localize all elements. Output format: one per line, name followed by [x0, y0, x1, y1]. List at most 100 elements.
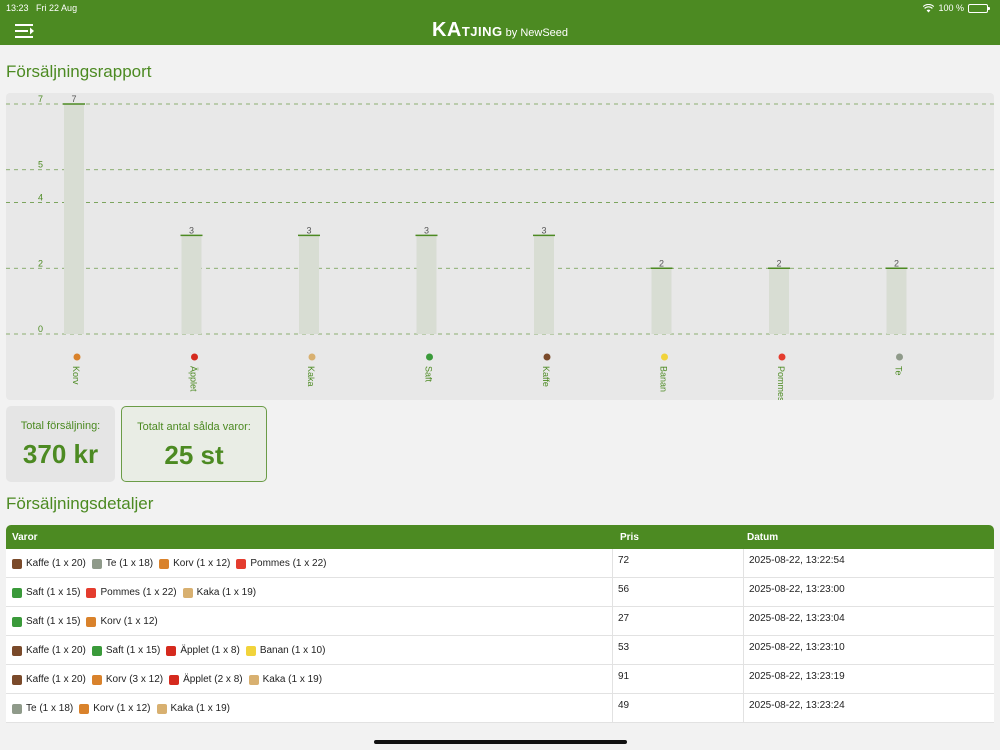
juice-icon: [12, 587, 22, 598]
hotdog-icon: [91, 674, 102, 685]
coffee-icon: [12, 558, 22, 569]
y-tick-label: 0: [38, 324, 43, 334]
sale-item-text: Kaka (1 x 19): [196, 587, 257, 598]
status-bar: 13:23 Fri 22 Aug 100 %: [0, 0, 1000, 16]
sales-details-table: Varor Pris Datum Kaffe (1 x 20) Te (1 x 1…: [6, 525, 994, 723]
bar[interactable]: [651, 268, 672, 334]
sale-item-text: Banan (1 x 10): [259, 645, 326, 656]
total-sales-label: Total försäljning:: [20, 420, 101, 432]
sale-item-text: Kaffe (1 x 20): [26, 674, 86, 685]
tea-icon: [91, 558, 102, 569]
date-cell: 2025-08-22, 13:22:54: [749, 555, 845, 566]
cake-icon: [156, 703, 167, 714]
total-items-label: Totalt antal sålda varor:: [137, 421, 251, 433]
bar[interactable]: [769, 268, 789, 334]
table-row[interactable]: Saft (1 x 15) Korv (1 x 12) 27 2025-08-22, …: [6, 607, 994, 636]
juice-icon: [426, 353, 433, 361]
tea-icon: [896, 353, 903, 361]
juice-icon: [91, 645, 102, 656]
date-cell: 2025-08-22, 13:23:19: [749, 671, 845, 682]
x-tick-label: Korv: [71, 366, 81, 385]
column-header-price: Pris: [620, 532, 639, 543]
sales-bar-chart: 0 2 4 5 7 7 Korv 3 Äpplet 3 Kaka 3 Saft 3 Kaffe 2 Banan 2…: [6, 94, 994, 400]
bar[interactable]: [64, 104, 84, 334]
x-tick-label: Banan: [659, 366, 669, 392]
sale-item-text: Te (1 x 18): [105, 558, 154, 569]
home-indicator[interactable]: [374, 740, 627, 744]
sale-item: Korv (1 x 12): [159, 558, 230, 569]
cake-icon: [308, 353, 316, 361]
battery-icon: [968, 3, 990, 13]
details-title: Försäljningsdetaljer: [6, 494, 154, 513]
y-tick-label: 7: [38, 94, 43, 104]
date-cell: 2025-08-22, 13:23:04: [749, 613, 845, 624]
apple-icon: [191, 353, 198, 361]
sale-item-text: Äpplet (1 x 8): [180, 645, 240, 656]
price-cell: 27: [618, 613, 630, 624]
price-cell: 56: [618, 584, 630, 595]
y-tick-label: 4: [38, 193, 43, 203]
sale-item-text: Kaffe (1 x 20): [26, 558, 86, 569]
report-title: Försäljningsrapport: [6, 62, 152, 81]
sale-item: Korv (1 x 12): [79, 703, 151, 714]
coffee-icon: [12, 674, 22, 685]
sale-item: Äpplet (1 x 8): [166, 645, 240, 656]
sale-item-text: Korv (1 x 12): [100, 616, 158, 627]
coffee-icon: [543, 353, 551, 361]
cake-icon: [182, 587, 193, 598]
sale-item-text: Äpplet (2 x 8): [183, 674, 243, 685]
hotdog-icon: [79, 703, 90, 714]
data-label: 3: [189, 225, 194, 235]
fries-icon: [86, 587, 97, 598]
banana-icon: [661, 353, 668, 361]
data-label: 2: [659, 258, 664, 268]
data-label: 2: [894, 258, 899, 268]
date-cell: 2025-08-22, 13:23:10: [749, 642, 845, 653]
table-row[interactable]: Kaffe (1 x 20) Korv (3 x 12) Äpplet (2 x 8…: [6, 665, 994, 694]
sales-chart: 0 2 4 5 7 7 Korv 3 Äpplet 3 Kaka 3 Saft 3 Kaffe 2 Banan 2…: [6, 93, 994, 400]
sale-item-text: Korv (1 x 12): [93, 703, 151, 714]
apple-icon: [166, 645, 177, 656]
table-row[interactable]: Te (1 x 18) Korv (1 x 12) Kaka (1 x 19) 49 2…: [6, 694, 994, 723]
sale-item: Kaka (1 x 19): [156, 703, 230, 714]
sale-item-text: Korv (3 x 12): [105, 674, 164, 685]
sale-item-text: Kaffe (1 x 20): [26, 645, 86, 656]
sale-item-text: Korv (1 x 12): [173, 558, 231, 569]
sale-item-text: Kaka (1 x 19): [262, 674, 323, 685]
bar[interactable]: [181, 235, 202, 334]
total-sales-card: Total försäljning: 370 kr: [6, 406, 115, 482]
sale-item: Saft (1 x 15): [91, 645, 161, 656]
bar[interactable]: [416, 235, 437, 334]
price-cell: 72: [618, 555, 630, 566]
items-cell: Kaffe (1 x 20) Saft (1 x 15) Äpplet (1 x 8…: [12, 636, 612, 665]
coffee-icon: [12, 645, 22, 656]
bar[interactable]: [534, 235, 554, 334]
bar[interactable]: [886, 268, 907, 334]
hotdog-icon: [86, 616, 97, 627]
sale-item-text: Kaka (1 x 19): [170, 703, 230, 714]
table-row[interactable]: Kaffe (1 x 20) Te (1 x 18) Korv (1 x 12) Po…: [6, 549, 994, 578]
sale-item: Kaffe (1 x 20): [12, 645, 86, 656]
column-header-items: Varor: [12, 532, 38, 543]
x-tick-label: Te: [894, 366, 904, 376]
sale-item: Kaffe (1 x 20): [12, 558, 86, 569]
items-cell: Te (1 x 18) Korv (1 x 12) Kaka (1 x 19): [12, 694, 612, 723]
bar[interactable]: [299, 235, 319, 334]
sale-item-text: Saft (1 x 15): [26, 616, 81, 627]
data-label: 2: [776, 258, 781, 268]
total-items-card[interactable]: Totalt antal sålda varor: 25 st: [121, 406, 267, 482]
sale-item-text: Saft (1 x 15): [105, 645, 161, 656]
table-row[interactable]: Kaffe (1 x 20) Saft (1 x 15) Äpplet (1 x 8…: [6, 636, 994, 665]
tea-icon: [12, 703, 22, 714]
data-label: 7: [71, 94, 76, 104]
sale-item-text: Saft (1 x 15): [26, 587, 81, 598]
app-header: KATJING by NewSeed: [0, 16, 1000, 45]
sale-item: Pommes (1 x 22): [236, 558, 327, 569]
x-tick-label: Kaka: [306, 366, 316, 387]
date-cell: 2025-08-22, 13:23:24: [749, 700, 845, 711]
items-cell: Saft (1 x 15) Pommes (1 x 22) Kaka (1 x 19…: [12, 578, 612, 607]
table-header: Varor Pris Datum: [6, 525, 994, 549]
date-cell: 2025-08-22, 13:23:00: [749, 584, 845, 595]
x-tick-label: Pommes: [776, 366, 786, 400]
table-row[interactable]: Saft (1 x 15) Pommes (1 x 22) Kaka (1 x 19…: [6, 578, 994, 607]
